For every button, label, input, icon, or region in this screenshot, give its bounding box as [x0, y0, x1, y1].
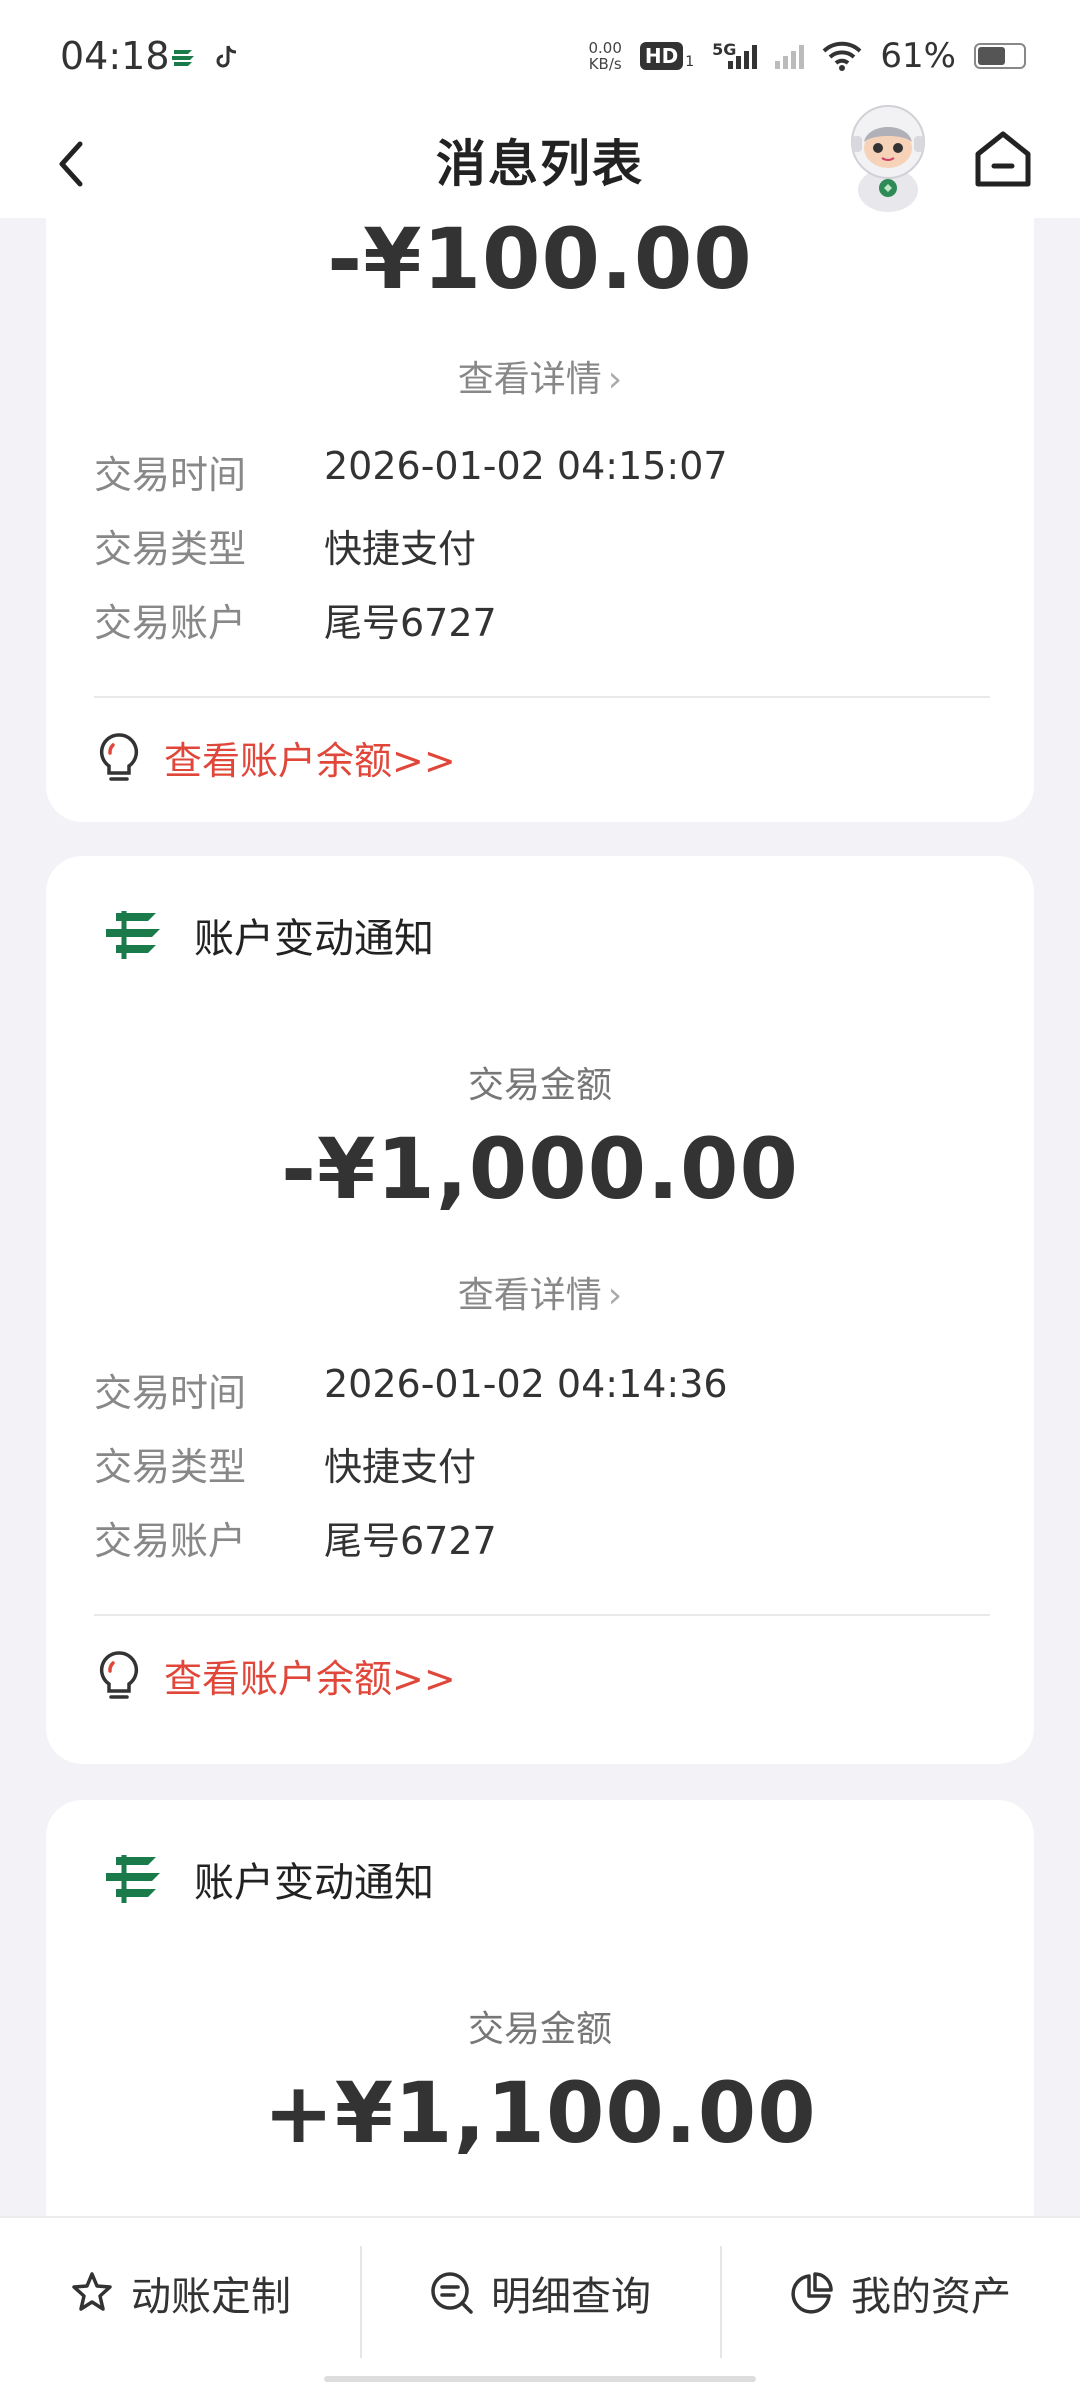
tiktok-app-icon [216, 45, 237, 68]
info-value: 2026-01-02 04:15:07 [324, 444, 728, 488]
postal-bank-logo-icon [106, 1855, 160, 1903]
info-key: 交易账户 [94, 1519, 247, 1563]
lightbulb-icon [99, 1650, 139, 1699]
message-card: -¥100.00 查看详情 › 交易时间 2026-01-02 04:15:07 … [46, 218, 1034, 822]
chevron-right-icon: › [607, 359, 623, 400]
view-details-link[interactable]: 查看详情 › [46, 350, 1034, 402]
postal-bank-logo-icon [106, 911, 160, 959]
search-list-icon [431, 2272, 473, 2314]
info-row-type: 交易类型 快捷支付 [94, 518, 476, 573]
divider [94, 696, 990, 698]
signal-strength-icon-2 [775, 43, 805, 69]
tab-account-alert-settings[interactable]: 动账定制 [0, 2218, 360, 2368]
info-key: 交易时间 [94, 453, 247, 497]
info-value: 尾号6727 [324, 601, 497, 645]
battery-fill [978, 47, 1005, 65]
card-header: 账户变动通知 [102, 906, 434, 964]
info-value: 快捷支付 [324, 527, 477, 571]
info-key: 交易类型 [94, 1445, 247, 1489]
network-speed: 0.00 KB/s [588, 40, 621, 72]
info-value: 2026-01-02 04:14:36 [324, 1362, 728, 1406]
transaction-amount: -¥100.00 [327, 218, 753, 308]
tab-label: 我的资产 [851, 2274, 1011, 2320]
cell-signal-5g: 5G [712, 40, 758, 69]
view-balance-link[interactable]: 查看账户余额>> [96, 730, 456, 785]
view-details-label: 查看详情 [457, 1275, 602, 1316]
hd-icon: HD [639, 42, 684, 70]
card-title: 账户变动通知 [194, 1860, 434, 1906]
battery-icon [974, 43, 1026, 69]
star-badge-icon [72, 2272, 112, 2311]
info-key: 交易账户 [94, 601, 247, 645]
view-balance-link[interactable]: 查看账户余额>> [96, 1648, 456, 1703]
amount-label: 交易金额 [467, 1065, 612, 1106]
info-value: 尾号6727 [324, 1519, 497, 1563]
info-row-time: 交易时间 2026-01-02 04:14:36 [94, 1362, 728, 1417]
hd-sub: 1 [685, 54, 695, 70]
card-header: 账户变动通知 [102, 1850, 434, 1908]
info-row-account: 交易账户 尾号6727 [94, 1510, 497, 1565]
info-row-type: 交易类型 快捷支付 [94, 1436, 476, 1491]
wifi-icon [823, 41, 862, 71]
status-bar: 04:18 0.00 KB/s HD 1 5G 61% [0, 0, 1080, 110]
divider [94, 1614, 990, 1616]
network-type-label: 5G [712, 40, 737, 59]
bottom-tab-bar: 动账定制 明细查询 我的资产 [0, 2216, 1080, 2388]
view-details-label: 查看详情 [457, 359, 602, 400]
view-balance-label: 查看账户余额>> [164, 1657, 456, 1701]
transaction-amount: -¥1,000.00 [281, 1120, 799, 1218]
tab-transaction-details[interactable]: 明细查询 [360, 2218, 720, 2368]
message-list[interactable]: -¥100.00 查看详情 › 交易时间 2026-01-02 04:15:07 … [0, 218, 1080, 2216]
pie-chart-icon [791, 2272, 833, 2314]
postal-bank-app-icon [172, 50, 194, 66]
status-indicators: 0.00 KB/s HD 1 5G 61% [588, 36, 1026, 76]
status-time: 04:18 [60, 34, 170, 78]
tab-label: 明细查询 [491, 2274, 651, 2320]
transaction-amount: +¥1,100.00 [263, 2064, 817, 2162]
amount-label: 交易金额 [467, 2009, 612, 2050]
message-card: 账户变动通知 交易金额 +¥1,100.00 [46, 1800, 1034, 2216]
assistant-mascot-icon[interactable] [838, 102, 938, 214]
nav-bar: 消息列表 [0, 105, 1080, 218]
view-details-link[interactable]: 查看详情 › [46, 1266, 1034, 1318]
tab-label: 动账定制 [131, 2274, 291, 2320]
tab-my-assets[interactable]: 我的资产 [720, 2218, 1080, 2368]
lightbulb-icon [99, 732, 139, 781]
card-title: 账户变动通知 [194, 916, 434, 962]
home-icon[interactable] [970, 124, 1036, 194]
info-row-time: 交易时间 2026-01-02 04:15:07 [94, 444, 728, 499]
info-value: 快捷支付 [324, 1445, 477, 1489]
view-balance-label: 查看账户余额>> [164, 739, 456, 783]
battery-percent: 61% [880, 36, 956, 76]
info-key: 交易类型 [94, 527, 247, 571]
info-key: 交易时间 [94, 1371, 247, 1415]
chevron-right-icon: › [607, 1275, 623, 1316]
message-card: 账户变动通知 交易金额 -¥1,000.00 查看详情 › 交易时间 2026-0… [46, 856, 1034, 1764]
network-speed-value: 0.00 [588, 39, 622, 57]
home-indicator[interactable] [324, 2376, 756, 2382]
network-speed-unit: KB/s [588, 55, 622, 73]
info-row-account: 交易账户 尾号6727 [94, 592, 497, 647]
hd-indicator: HD 1 [639, 42, 695, 70]
